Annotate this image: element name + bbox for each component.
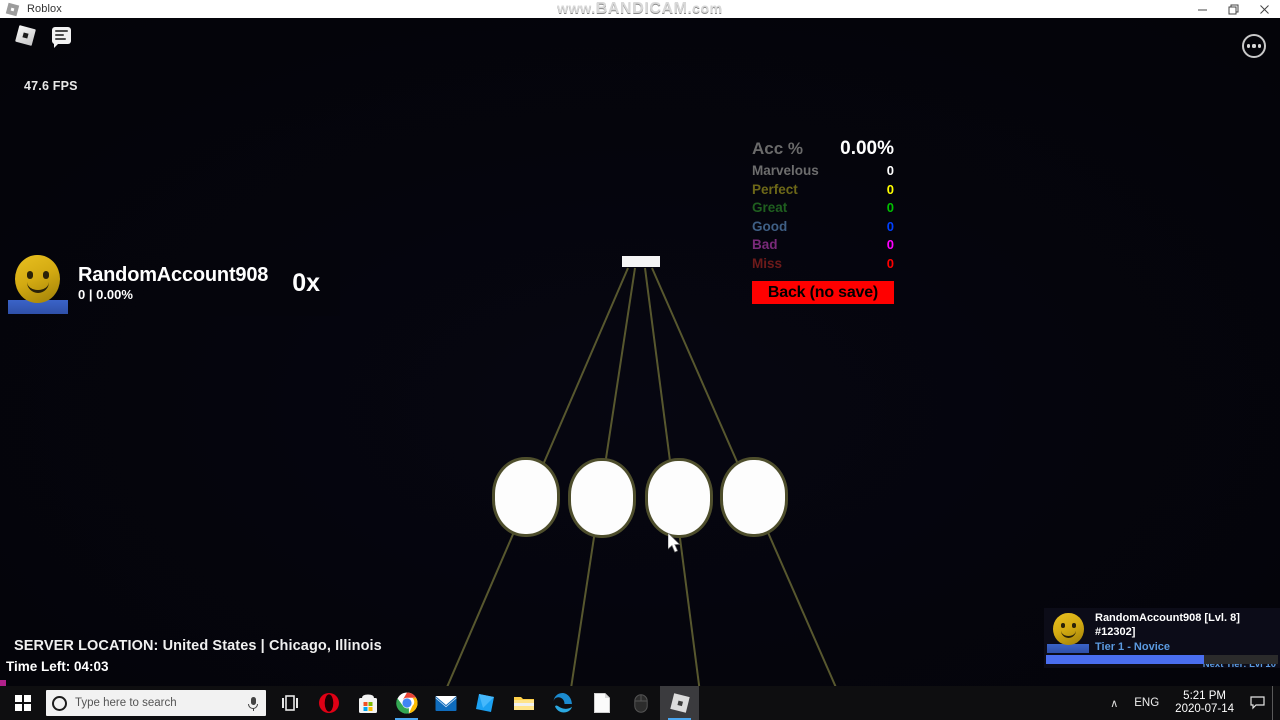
judgement-row: Great 0 [752,199,894,218]
lane-receptor-3[interactable] [648,461,710,535]
player-stats: 0 | 0.00% [78,287,133,302]
judgement-label: Marvelous [752,163,819,178]
notepad-icon[interactable] [582,686,621,720]
judgement-row: Perfect 0 [752,181,894,200]
time-left: Time Left: 04:03 [6,659,109,674]
roblox-logo-icon[interactable] [12,22,38,48]
more-options-icon[interactable] [1242,34,1266,58]
fps-counter: 47.6 FPS [24,79,78,93]
lane-receptor-4[interactable] [723,460,785,534]
judgement-label: Miss [752,255,783,271]
mail-icon[interactable] [426,686,465,720]
chrome-icon[interactable] [387,686,426,720]
lane-receptor-2[interactable] [571,461,633,535]
playfield[interactable] [0,18,1280,686]
game-viewport[interactable]: 47.6 FPS RandomAccount908 0 | 0.00% 0x A… [0,18,1280,686]
judgement-row: Miss 0 [752,255,894,274]
judgement-label: Perfect [752,181,798,197]
player-name: RandomAccount908 [78,264,269,286]
chat-icon[interactable] [48,22,74,48]
judgement-value: 0 [886,218,894,234]
avatar [8,253,68,314]
language-indicator[interactable]: ENG [1126,697,1167,709]
roblox-icon[interactable] [660,686,699,720]
watermark-brand: BANDICAM [595,0,688,17]
judgement-value: 0 [886,237,894,252]
accuracy-label: Acc % [752,139,804,158]
judgement-row: Marvelous 0 [752,162,894,181]
show-desktop-button[interactable] [1272,686,1280,720]
accuracy-value: 0.00% [840,138,894,159]
score-panel: Acc % 0.00% Marvelous 0 Perfect 0 Great 0 Good… [752,138,894,304]
search-input[interactable]: Type here to search [46,690,266,716]
taskbar: Type here to search ∧ ENG 5:21 PM 2020-0… [0,686,1280,720]
judgement-label: Great [752,200,788,215]
watermark-suffix: .com [687,0,723,16]
windows-start-icon[interactable] [0,686,46,720]
lane-receptor-1[interactable] [495,460,557,534]
combo-multiplier: 0x [292,268,320,297]
notification-icon[interactable] [1242,686,1272,720]
mouse-settings-icon[interactable] [621,686,660,720]
roblox-topbar [12,22,74,48]
tier-progress-fill [1046,655,1204,664]
tier-rank: Tier 1 - Novice [1095,641,1170,653]
player-card: RandomAccount908 0 | 0.00% 0x [0,250,340,316]
judgement-list: Marvelous 0 Perfect 0 Great 0 Good 0 Bad 0 Miss 0 [752,162,894,273]
bandicam-watermark: www.BANDICAM.com [0,0,1280,18]
watermark-prefix: www. [557,0,596,16]
microphone-icon[interactable] [246,696,260,711]
judgement-value: 0 [886,163,894,178]
opera-icon[interactable] [309,686,348,720]
tier-player-name: RandomAccount908 [Lvl. 8] #12302] [1095,612,1240,638]
tray-chevron-icon[interactable]: ∧ [1102,697,1126,710]
judgement-label: Good [752,218,788,234]
accuracy-row: Acc % 0.00% [752,138,894,160]
sticky-notes-icon[interactable] [465,686,504,720]
search-circle-icon [52,695,67,711]
search-placeholder: Type here to search [75,697,177,709]
server-info: SERVER LOCATION: United States | Chicago… [6,638,382,674]
file-explorer-icon[interactable] [504,686,543,720]
judgement-row: Good 0 [752,218,894,237]
note-spawn-bar [622,256,660,267]
back-button[interactable]: Back (no save) [752,281,894,304]
avatar [1047,611,1089,653]
screen: Roblox www.BANDICAM.com 47.6 FPS RandomA… [0,0,1280,720]
judgement-value: 0 [886,200,894,215]
clock-date: 2020-07-14 [1175,703,1234,715]
tier-progress-bar [1046,655,1278,664]
clock[interactable]: 5:21 PM 2020-07-14 [1167,690,1242,716]
taskbar-items [270,686,699,720]
clock-time: 5:21 PM [1183,690,1226,702]
judgement-row: Bad 0 [752,236,894,255]
tier-widget: RandomAccount908 [Lvl. 8] #12302] Tier 1… [1044,608,1280,670]
judgement-label: Bad [752,237,778,252]
microsoft-store-icon[interactable] [348,686,387,720]
mouse-cursor [668,533,681,553]
system-tray: ∧ ENG 5:21 PM 2020-07-14 [1102,686,1280,720]
task-view-icon[interactable] [270,686,309,720]
judgement-value: 0 [886,181,894,197]
judgement-value: 0 [886,255,894,271]
edge-icon[interactable] [543,686,582,720]
server-location: SERVER LOCATION: United States | Chicago… [14,638,382,654]
